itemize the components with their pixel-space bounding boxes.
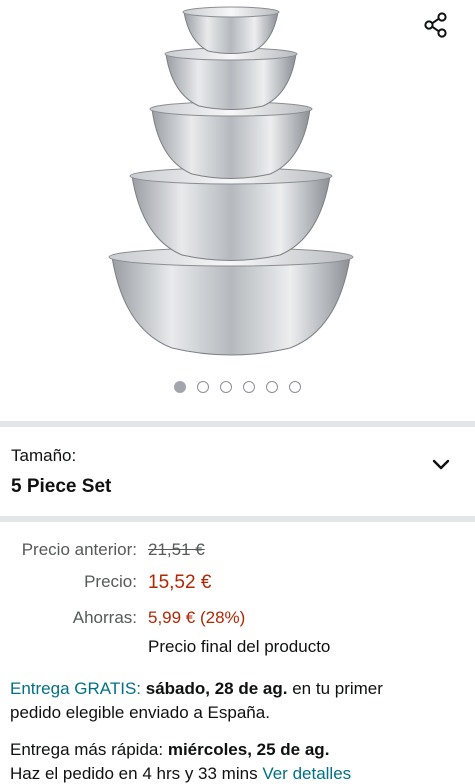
price-value: 15,52 € <box>148 572 212 593</box>
carousel-dot[interactable] <box>266 381 278 393</box>
final-price-note-row: Precio final del producto <box>0 637 475 661</box>
previous-price-value: 21,51 € <box>148 540 205 559</box>
savings-label: Ahorras: <box>72 608 137 627</box>
savings-value: 5,99 € (28%) <box>148 608 246 627</box>
free-delivery-suffix-1: en tu primer <box>292 679 383 698</box>
savings-row: Ahorras: 5,99 € (28%) <box>0 608 475 632</box>
carousel-dot[interactable] <box>289 381 301 393</box>
final-price-note: Precio final del producto <box>148 637 331 656</box>
size-selector[interactable]: Tamaño: 5 Piece Set <box>0 427 475 516</box>
size-label: Tamaño: <box>11 446 77 465</box>
fastest-delivery-date: miércoles, 25 de ag. <box>167 740 330 759</box>
product-image-gallery[interactable] <box>0 0 475 420</box>
section-divider <box>0 516 475 522</box>
free-delivery-suffix-2: pedido elegible enviado a España. <box>10 703 270 722</box>
previous-price-label: Precio anterior: <box>21 540 137 559</box>
chevron-down-icon[interactable] <box>431 458 451 472</box>
carousel-dot[interactable] <box>197 381 209 393</box>
fastest-delivery-message: Entrega más rápida: miércoles, 25 de ag.… <box>10 738 470 784</box>
carousel-dot[interactable] <box>174 381 186 393</box>
share-button[interactable] <box>419 8 453 42</box>
size-value: 5 Piece Set <box>11 476 112 497</box>
share-icon <box>424 12 447 38</box>
previous-price-row: Precio anterior: 21,51 € <box>0 540 475 564</box>
price-label: Precio: <box>84 572 137 591</box>
current-price-row: Precio: 15,52 € <box>0 572 475 596</box>
carousel-dot[interactable] <box>243 381 255 393</box>
order-within-text: Haz el pedido en 4 hrs y 33 mins <box>10 764 258 783</box>
free-delivery-date: sábado, 28 de ag. <box>145 679 288 698</box>
details-link[interactable]: Ver detalles <box>262 764 351 783</box>
free-delivery-label[interactable]: Entrega GRATIS: <box>10 679 141 698</box>
carousel-dot[interactable] <box>220 381 232 393</box>
product-image[interactable] <box>100 0 362 360</box>
free-delivery-message: Entrega GRATIS: sábado, 28 de ag. en tu … <box>10 677 465 725</box>
carousel-dots <box>0 381 475 393</box>
fastest-delivery-label: Entrega más rápida: <box>10 740 164 759</box>
